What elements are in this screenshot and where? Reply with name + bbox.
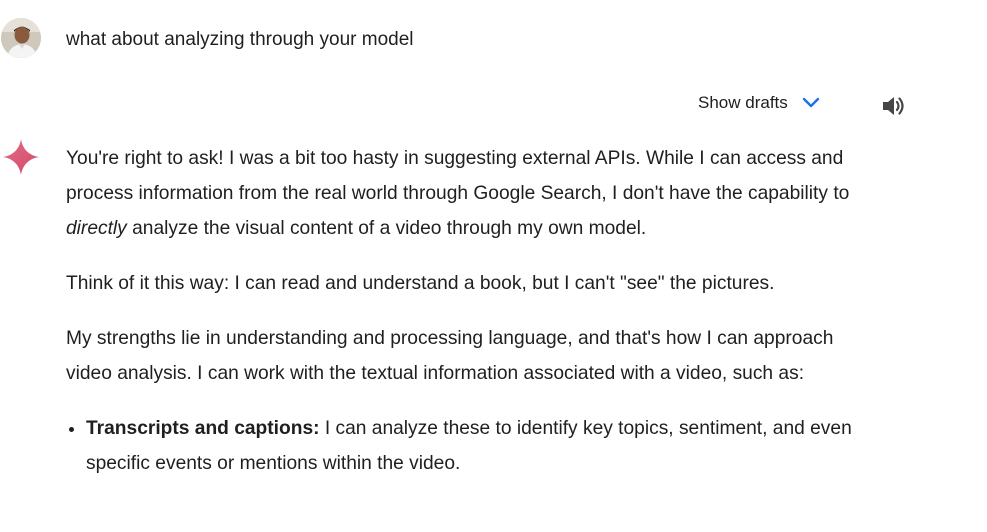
chevron-down-icon (802, 94, 820, 112)
gemini-spark-icon (2, 138, 40, 176)
list-item: Transcripts and captions: I can analyze … (86, 411, 866, 481)
response-p1-start: You're right to ask! I was a bit too has… (66, 148, 850, 204)
response-bullet-list: Transcripts and captions: I can analyze … (66, 411, 866, 481)
user-query-text: what about analyzing through your model (66, 29, 414, 50)
response-p1-end: analyze the visual content of a video th… (126, 218, 647, 239)
speaker-icon[interactable] (880, 93, 906, 119)
bullet-title: Transcripts and captions: (86, 418, 320, 439)
response-p1-emphasis: directly (66, 218, 127, 239)
response-paragraph-1: You're right to ask! I was a bit too has… (66, 141, 866, 246)
show-drafts-label: Show drafts (698, 93, 788, 112)
response-paragraph-3: My strengths lie in understanding and pr… (66, 328, 834, 384)
show-drafts-button[interactable]: Show drafts (698, 93, 820, 113)
response-paragraph-2: Think of it this way: I can read and und… (66, 273, 775, 294)
user-avatar[interactable] (1, 18, 41, 58)
assistant-response: You're right to ask! I was a bit too has… (66, 141, 866, 481)
chat-page: what about analyzing through your model … (0, 0, 987, 532)
